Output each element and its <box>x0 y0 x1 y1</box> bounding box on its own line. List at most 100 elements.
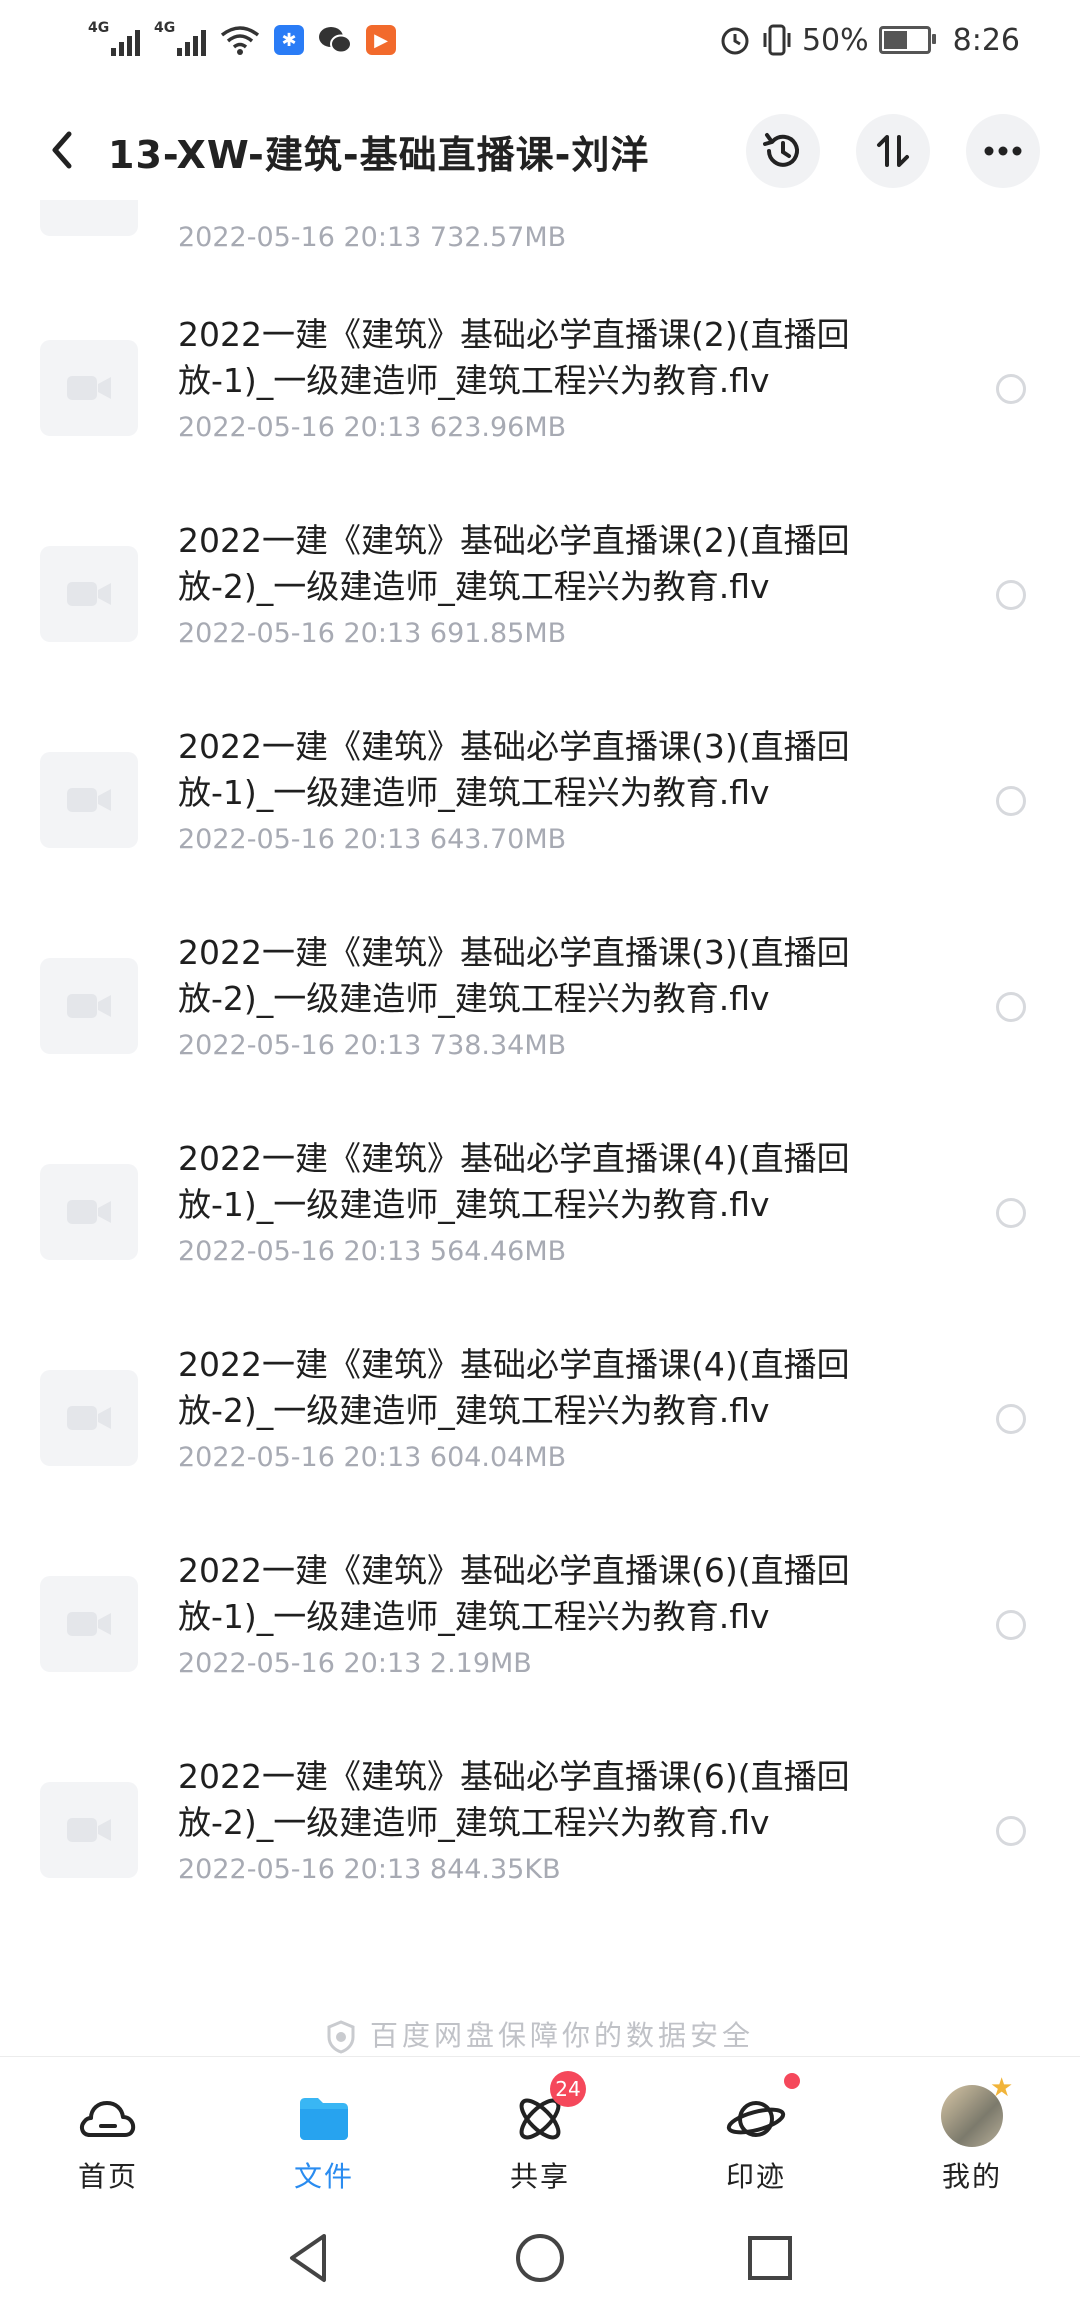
system-back-icon[interactable] <box>280 2228 340 2288</box>
video-file-icon <box>67 376 111 400</box>
video-thumbnail <box>40 1164 138 1260</box>
file-meta: 2022-05-16 20:13 564.46MB <box>178 1236 567 1267</box>
video-thumbnail <box>40 752 138 848</box>
list-item[interactable]: 2022一建《建筑》基础必学直播课(4)(直播回放-2)_一级建造师_建筑工程兴… <box>0 1320 1080 1526</box>
list-item[interactable]: 2022-05-16 20:13 732.57MB <box>0 200 1080 260</box>
file-name: 2022一建《建筑》基础必学直播课(3)(直播回放-2)_一级建造师_建筑工程兴… <box>178 933 850 1018</box>
system-home-icon[interactable] <box>510 2228 570 2288</box>
video-thumbnail <box>40 1782 138 1878</box>
title-bar: 13-XW-建筑-基础直播课-刘洋 <box>0 110 1080 190</box>
video-thumbnail <box>40 200 138 236</box>
vibrate-icon <box>763 24 791 56</box>
file-meta: 2022-05-16 20:13 623.96MB <box>178 412 567 443</box>
nav-home[interactable]: 首页 <box>28 2057 188 2207</box>
list-item[interactable]: 2022一建《建筑》基础必学直播课(4)(直播回放-1)_一级建造师_建筑工程兴… <box>0 1114 1080 1320</box>
file-meta: 2022-05-16 20:13 2.19MB <box>178 1648 532 1679</box>
history-button[interactable] <box>746 114 820 188</box>
notification-badge: 24 <box>550 2071 586 2107</box>
back-icon <box>52 131 72 169</box>
video-file-icon <box>67 1612 111 1636</box>
sort-icon <box>877 135 909 167</box>
nav-profile[interactable]: ★ 我的 <box>892 2057 1052 2207</box>
sort-button[interactable] <box>856 114 930 188</box>
shield-icon <box>327 2020 355 2054</box>
list-item[interactable]: 2022一建《建筑》基础必学直播课(6)(直播回放-1)_一级建造师_建筑工程兴… <box>0 1526 1080 1732</box>
nav-share[interactable]: 24 共享 <box>460 2057 620 2207</box>
home-cloud-icon <box>80 2101 136 2137</box>
file-meta: 2022-05-16 20:13 643.70MB <box>178 824 567 855</box>
file-meta: 2022-05-16 20:13 691.85MB <box>178 618 567 649</box>
back-button[interactable] <box>40 128 84 172</box>
nav-label: 文件 <box>293 2160 354 2193</box>
list-item[interactable]: 2022一建《建筑》基础必学直播课(6)(直播回放-2)_一级建造师_建筑工程兴… <box>0 1732 1080 1938</box>
select-checkbox[interactable] <box>996 786 1026 816</box>
history-icon <box>763 133 799 167</box>
video-file-icon <box>67 994 111 1018</box>
file-name: 2022一建《建筑》基础必学直播课(3)(直播回放-1)_一级建造师_建筑工程兴… <box>178 727 850 812</box>
select-checkbox[interactable] <box>996 1816 1026 1846</box>
select-checkbox[interactable] <box>996 580 1026 610</box>
more-button[interactable] <box>966 114 1040 188</box>
status-bar-left: 4G 4G ✱ ▶ <box>88 18 396 62</box>
file-name: 2022一建《建筑》基础必学直播课(6)(直播回放-1)_一级建造师_建筑工程兴… <box>178 1551 850 1636</box>
status-bar-right: 50% 8:26 <box>718 18 1020 62</box>
list-item[interactable]: 2022一建《建筑》基础必学直播课(3)(直播回放-2)_一级建造师_建筑工程兴… <box>0 908 1080 1114</box>
star-icon: ★ <box>990 2073 1014 2103</box>
wifi-icon <box>220 26 260 55</box>
file-name: 2022一建《建筑》基础必学直播课(6)(直播回放-2)_一级建造师_建筑工程兴… <box>178 1757 850 1842</box>
bottom-nav: 首页 文件 24 共享 印迹 ★ 我的 <box>0 2056 1080 2207</box>
file-meta: 2022-05-16 20:13 604.04MB <box>178 1442 567 1473</box>
system-recents-icon[interactable] <box>740 2228 800 2288</box>
wechat-icon <box>319 27 352 54</box>
signal-icon: 4G <box>154 20 206 58</box>
list-item[interactable]: 2022一建《建筑》基础必学直播课(3)(直播回放-1)_一级建造师_建筑工程兴… <box>0 702 1080 908</box>
folder-icon <box>300 2098 348 2140</box>
select-checkbox[interactable] <box>996 374 1026 404</box>
video-thumbnail <box>40 546 138 642</box>
alarm-icon <box>721 27 749 55</box>
file-meta: 2022-05-16 20:13 844.35KB <box>178 1854 561 1885</box>
network-type-label: 4G <box>88 20 110 36</box>
select-checkbox[interactable] <box>996 1198 1026 1228</box>
video-app-icon: ▶ <box>366 25 396 55</box>
clock: 8:26 <box>952 22 1020 58</box>
security-note-text: 百度网盘保障你的数据安全 <box>369 2019 754 2052</box>
file-meta: 2022-05-16 20:13 738.34MB <box>178 1030 567 1061</box>
video-file-icon <box>67 582 111 606</box>
battery-icon <box>878 26 936 54</box>
file-name: 2022一建《建筑》基础必学直播课(2)(直播回放-2)_一级建造师_建筑工程兴… <box>178 521 850 606</box>
notification-dot <box>784 2073 800 2089</box>
list-item[interactable]: 2022一建《建筑》基础必学直播课(2)(直播回放-1)_一级建造师_建筑工程兴… <box>0 290 1080 496</box>
more-icon <box>984 146 1022 156</box>
list-item[interactable]: 2022一建《建筑》基础必学直播课(2)(直播回放-2)_一级建造师_建筑工程兴… <box>0 496 1080 702</box>
system-nav-bar <box>0 2206 1080 2312</box>
file-name: 2022一建《建筑》基础必学直播课(4)(直播回放-2)_一级建造师_建筑工程兴… <box>178 1345 850 1430</box>
nav-traces[interactable]: 印迹 <box>676 2057 836 2207</box>
status-bar: 4G 4G ✱ ▶ 50% 8:26 <box>0 0 1080 80</box>
battery-percent: 50% <box>801 22 869 58</box>
video-thumbnail <box>40 958 138 1054</box>
file-name: 2022一建《建筑》基础必学直播课(2)(直播回放-1)_一级建造师_建筑工程兴… <box>178 315 850 400</box>
planet-icon <box>726 2101 786 2137</box>
select-checkbox[interactable] <box>996 1610 1026 1640</box>
video-file-icon <box>67 1406 111 1430</box>
nav-label: 共享 <box>509 2160 570 2193</box>
security-note: 百度网盘保障你的数据安全 <box>0 2014 1080 2054</box>
signal-icon: 4G <box>88 20 140 58</box>
page-title: 13-XW-建筑-基础直播课-刘洋 <box>108 133 650 177</box>
app-notification-icon: ✱ <box>274 25 304 55</box>
network-type-label: 4G <box>154 20 176 36</box>
nav-files[interactable]: 文件 <box>244 2057 404 2207</box>
file-name: 2022一建《建筑》基础必学直播课(4)(直播回放-1)_一级建造师_建筑工程兴… <box>178 1139 850 1224</box>
video-file-icon <box>67 1200 111 1224</box>
nav-label: 印迹 <box>725 2160 786 2193</box>
file-meta: 2022-05-16 20:13 732.57MB <box>178 222 567 253</box>
video-thumbnail <box>40 1370 138 1466</box>
nav-label: 我的 <box>941 2160 1002 2193</box>
video-thumbnail <box>40 1576 138 1672</box>
video-file-icon <box>67 788 111 812</box>
select-checkbox[interactable] <box>996 992 1026 1022</box>
video-thumbnail <box>40 340 138 436</box>
select-checkbox[interactable] <box>996 1404 1026 1434</box>
nav-label: 首页 <box>77 2160 138 2193</box>
